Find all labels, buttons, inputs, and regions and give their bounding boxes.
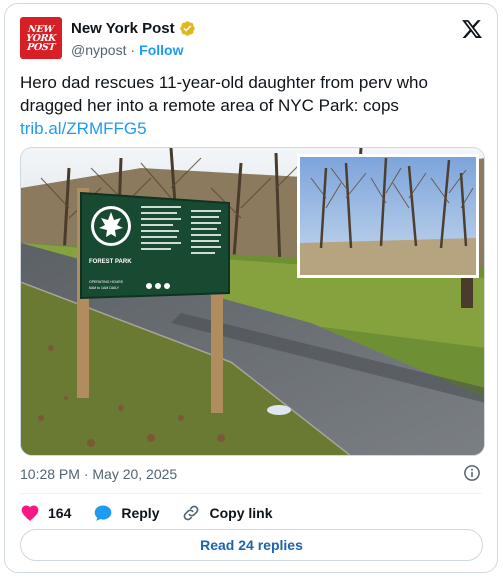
heart-icon [21, 505, 39, 521]
sign-title: FOREST PARK [89, 259, 132, 265]
copy-link-button[interactable]: Copy link [181, 503, 273, 523]
separator-dot: · [130, 42, 136, 58]
reply-button[interactable]: Reply [93, 503, 159, 523]
handle-row: @nypost · Follow [71, 42, 183, 58]
tweet-timestamp[interactable]: 10:28 PM · May 20, 2025 [20, 466, 177, 482]
tweet-link[interactable]: trib.al/ZRMFFG5 [20, 117, 490, 140]
reply-bubble-icon [95, 505, 112, 521]
link-icon [184, 505, 199, 521]
follow-button[interactable]: Follow [139, 42, 183, 58]
info-icon[interactable] [463, 464, 481, 482]
account-handle[interactable]: @nypost [71, 42, 126, 58]
park-photo: FOREST PARK OPERATING HOURS 6AM to 1AM D… [21, 148, 484, 455]
read-replies-button[interactable]: Read 24 replies [20, 529, 483, 561]
tweet-text-block: Hero dad rescues 11-year-old daughter fr… [20, 71, 490, 140]
reply-label: Reply [121, 505, 160, 521]
tweet-image[interactable]: FOREST PARK OPERATING HOURS 6AM to 1AM D… [20, 147, 485, 456]
sign-hours-title: OPERATING HOURS [89, 280, 124, 284]
action-bar: 164 Reply Copy link [20, 500, 295, 526]
tweet-text: Hero dad rescues 11-year-old daughter fr… [20, 73, 428, 115]
logo-line-3: POST [26, 41, 56, 53]
tweet-card: NEW YORK POST New York Post @nypost · Fo… [4, 3, 498, 573]
like-button[interactable]: 164 [20, 503, 71, 523]
verified-badge-icon [179, 21, 195, 36]
x-logo-icon[interactable] [461, 18, 483, 40]
account-name-row[interactable]: New York Post [71, 20, 196, 37]
account-name[interactable]: New York Post [71, 20, 175, 37]
copy-link-label: Copy link [209, 505, 273, 521]
sign-hours-value: 6AM to 1AM DAILY [89, 286, 120, 290]
divider [20, 493, 482, 494]
nypost-logo[interactable]: NEW YORK POST [20, 17, 62, 59]
like-count: 164 [48, 505, 72, 521]
